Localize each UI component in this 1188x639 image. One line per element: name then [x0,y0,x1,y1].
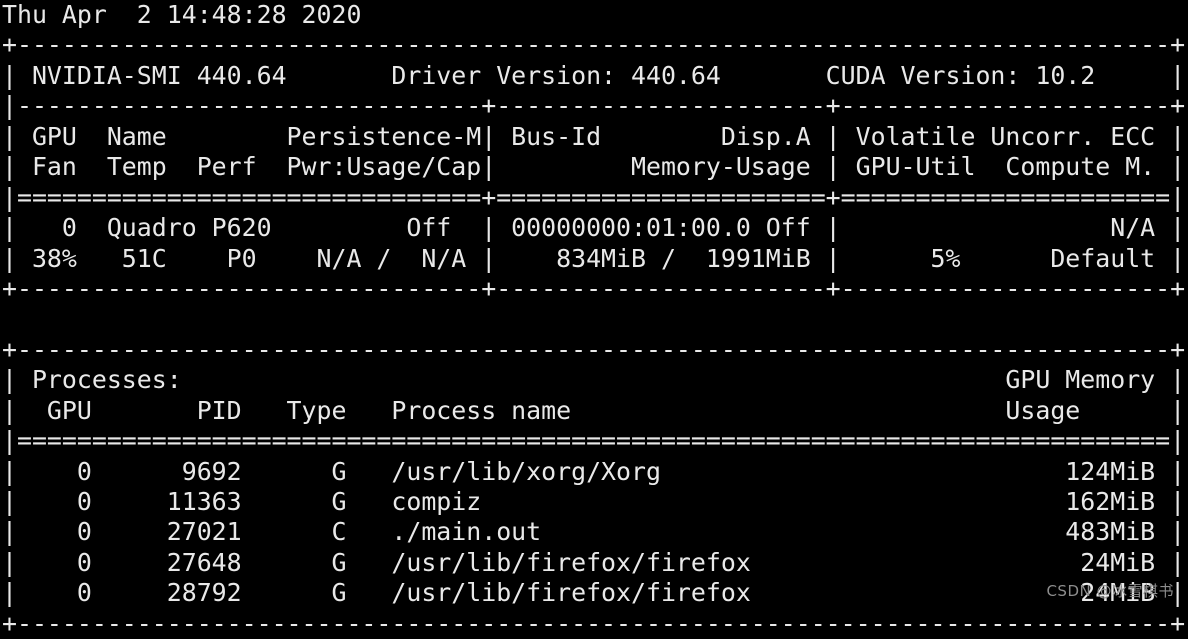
process-table-row: | 0 11363 G compiz 162MiB | [2,487,1186,516]
header-divider: |-------------------------------+-------… [2,91,1186,121]
gpu-table-bottom-border: +-------------------------------+-------… [2,273,1186,303]
process-table-row: | 0 9692 G /usr/lib/xorg/Xorg 124MiB | [2,456,1186,486]
process-header-separator: |=======================================… [2,426,1186,456]
gpu-row-line-1: | 0 Quadro P620 Off | 00000000:01:00.0 O… [2,213,1186,243]
process-table-row: | 0 27021 C ./main.out 483MiB | [2,517,1186,547]
smi-version-line: | NVIDIA-SMI 440.64 Driver Version: 440.… [2,60,1186,90]
table-top-border: +---------------------------------------… [2,30,1186,60]
gpu-header-separator: |===============================+=======… [2,182,1186,212]
process-table-top-border: +---------------------------------------… [2,334,1186,364]
process-table-bottom-border: +---------------------------------------… [2,608,1186,638]
gpu-column-header-1: | GPU Name Persistence-M| Bus-Id Disp.A … [2,121,1186,151]
blank-spacer-line [0,304,1188,334]
process-column-header: | GPU PID Type Process name Usage | [2,395,1186,425]
gpu-row-line-2: | 38% 51C P0 N/A / N/A | 834MiB / 1991Mi… [2,243,1186,273]
terminal-window[interactable]: Thu Apr 2 14:48:28 2020 +---------------… [0,0,1188,638]
gpu-column-header-2: | Fan Temp Perf Pwr:Usage/Cap| Memory-Us… [2,152,1186,182]
process-section-title-line: | Processes: GPU Memory | [2,365,1186,395]
process-table-row: | 0 28792 G /usr/lib/firefox/firefox 24M… [2,578,1186,608]
process-table-row: | 0 27648 G /usr/lib/firefox/firefox 24M… [2,547,1186,577]
timestamp-line: Thu Apr 2 14:48:28 2020 [2,0,362,29]
